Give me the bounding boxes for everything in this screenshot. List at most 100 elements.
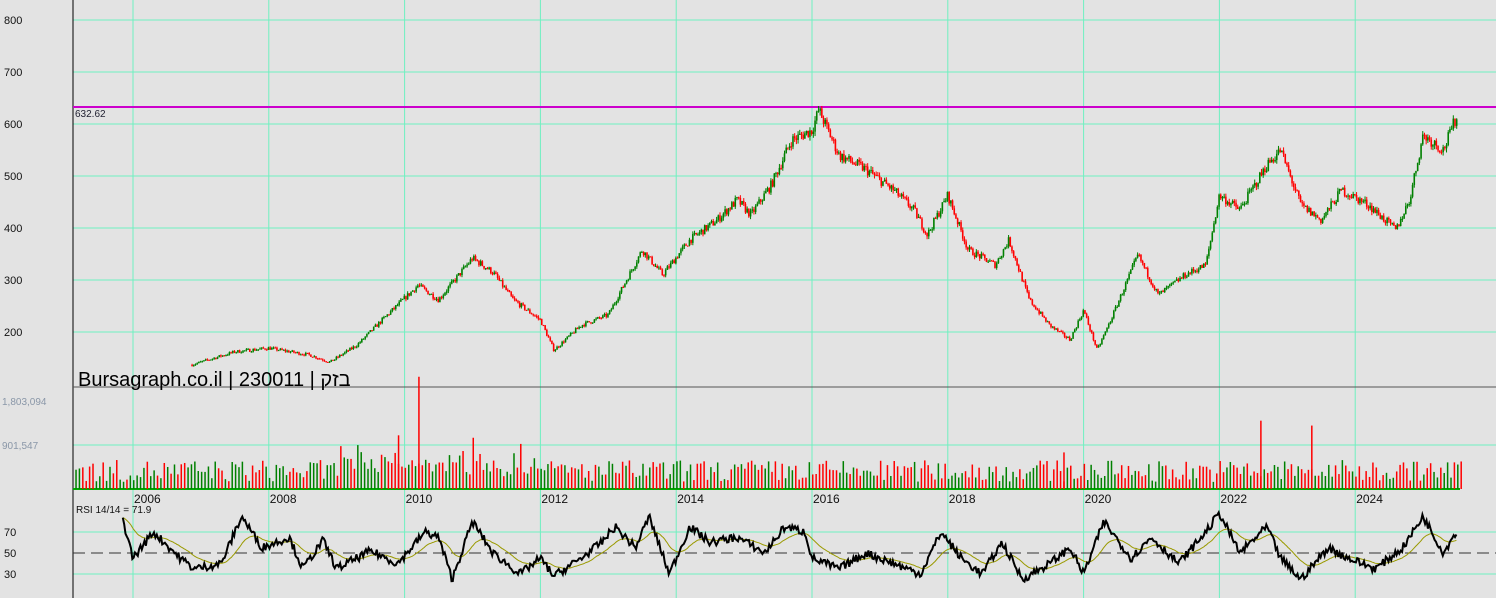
volume-bar [177,474,179,489]
candle [673,260,675,264]
candle [984,254,986,259]
candle [481,261,484,266]
candle [649,256,652,258]
candle [707,225,709,231]
candle [247,348,249,350]
candle [1376,209,1378,213]
volume-bar [445,471,447,489]
candle [963,238,966,242]
volume-bar [750,460,753,489]
candle [203,360,205,362]
candle [1024,281,1027,287]
rsi-panel [121,509,1458,584]
volume-bar [1107,460,1109,489]
candle [1406,204,1409,207]
candle [1006,246,1008,248]
candle [298,351,300,355]
volume-bar [659,463,661,489]
candle [1119,294,1122,301]
candle [1298,190,1300,196]
candle [248,348,251,352]
candle [1140,254,1142,261]
candle [807,130,810,137]
candle [675,257,677,264]
candle [797,134,799,140]
candle [274,347,277,349]
candle [775,172,777,174]
volume-bar [516,467,519,489]
candle [484,268,487,270]
candle [500,280,502,282]
volume-bar [275,464,278,489]
volume-bar [625,465,627,489]
candle [291,350,294,352]
candle [1028,291,1030,298]
candle [1335,202,1337,205]
candle [585,321,587,327]
candle [977,251,979,255]
volume-bar [835,470,838,489]
candle [671,260,674,263]
candle [965,241,967,248]
volume-bar [611,463,614,489]
x-tick-label: 2018 [949,492,976,506]
candle [461,268,463,276]
candle [860,161,862,164]
volume-bar [852,467,855,489]
volume-bar [1063,452,1065,489]
volume-bar [1304,473,1306,489]
candle [629,271,631,280]
candle [982,253,984,255]
candle [442,295,445,298]
candle [666,266,669,270]
volume-bar [1328,464,1330,489]
volume-bar [153,470,155,489]
volume-bar [1205,466,1208,489]
candle [1206,256,1208,265]
price-tick-label: 300 [4,275,22,287]
candle [1247,191,1249,204]
candle [243,350,246,352]
candle [422,284,424,287]
candle [1073,329,1076,333]
volume-bar [798,479,800,489]
volume-bar [99,476,101,489]
candle [1252,185,1254,190]
candle [226,354,229,356]
volume-bar [1375,467,1378,489]
candle [1204,263,1207,265]
candle [926,232,928,237]
candle [201,361,204,363]
candle [1145,267,1147,269]
candle [746,208,748,213]
candle [527,309,529,311]
candle [1051,326,1054,328]
candle [449,283,451,287]
volume-bar [1046,461,1048,489]
candle [1172,282,1175,284]
volume-bar [557,466,559,489]
candle [1308,208,1310,212]
volume-bar [160,478,162,489]
candle [1321,218,1324,223]
candle [1384,221,1387,224]
volume-bar [1120,465,1123,489]
candle [252,348,254,352]
candle [732,202,735,207]
candle [1423,134,1426,136]
volume-bar [1273,465,1276,489]
volume-bar [547,464,549,489]
candle [1260,172,1263,176]
candle [366,333,368,337]
candle [853,162,855,165]
volume-bar [221,470,223,489]
volume-bar [808,462,811,489]
volume-bar [594,464,597,489]
candle [899,195,901,197]
candle [1411,184,1414,197]
candle [939,211,942,217]
candle [1056,328,1059,332]
candle [1084,310,1086,314]
candle [659,267,662,270]
candle [471,259,473,261]
